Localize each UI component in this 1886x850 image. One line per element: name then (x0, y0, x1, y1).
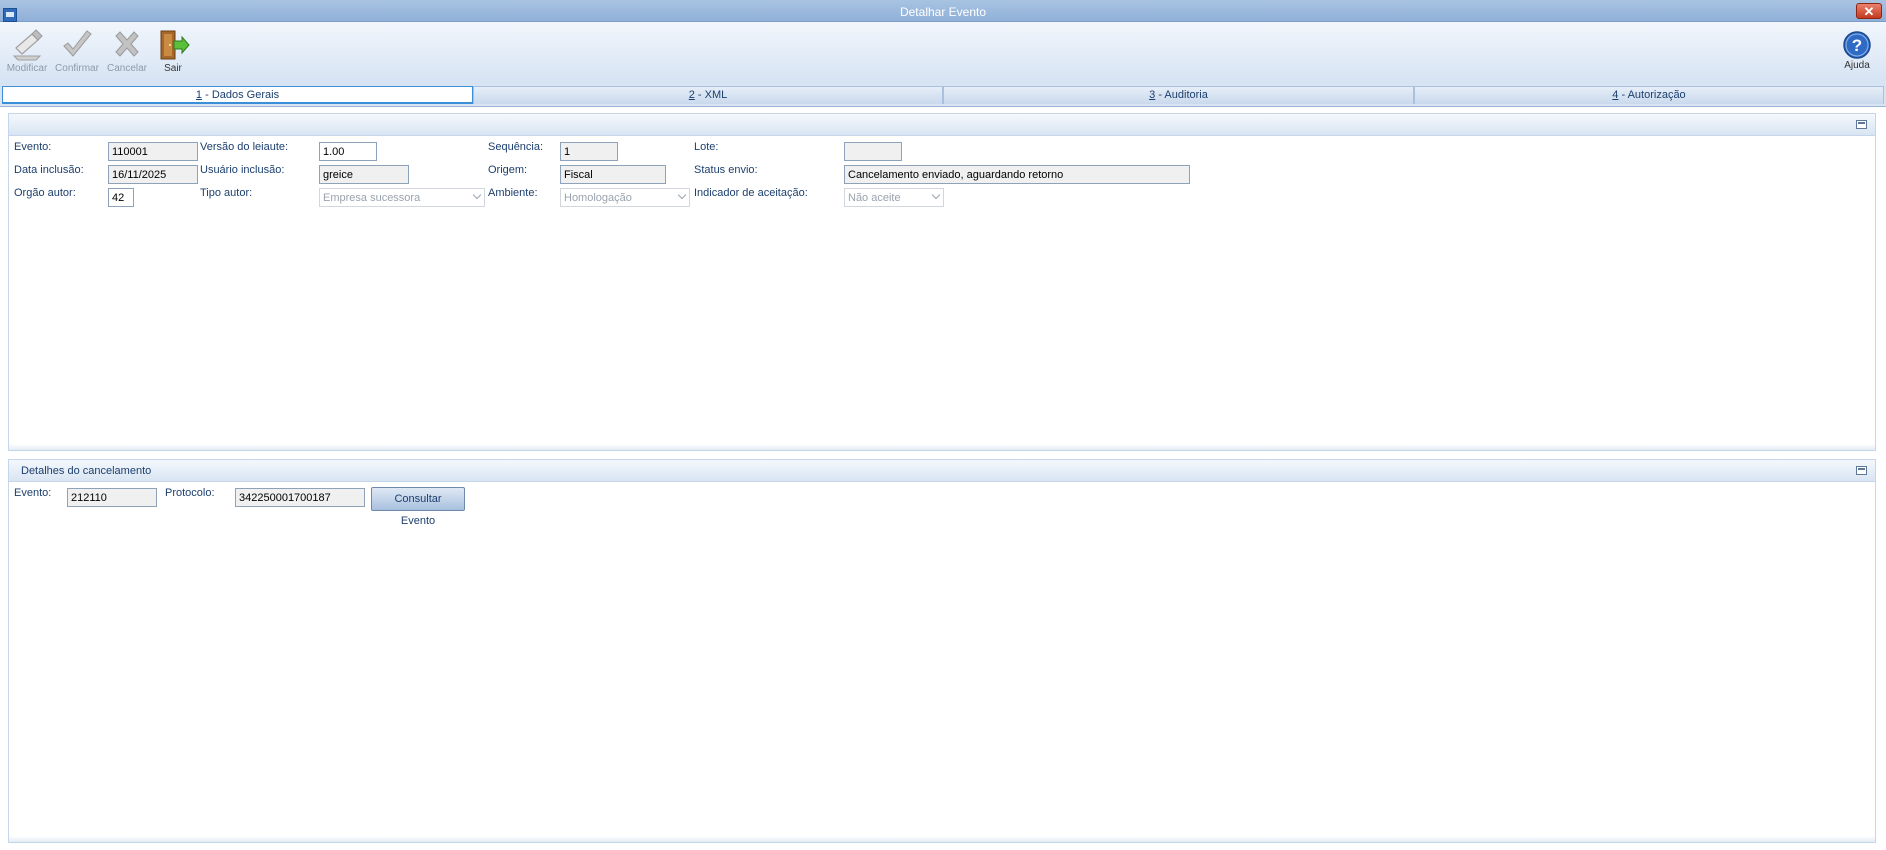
indicador-select[interactable]: Não aceite (844, 188, 944, 207)
general-panel: Evento: 110001 Versão do leiaute: 1.00 S… (8, 113, 1876, 451)
evento-label: Evento: (14, 141, 52, 153)
cancel-details-panel: Detalhes do cancelamento Evento: 212110 … (8, 459, 1876, 843)
modify-label: Modificar (6, 63, 48, 74)
chevron-down-icon (677, 190, 687, 200)
cancel-evento-field[interactable]: 212110 (67, 488, 157, 507)
help-label: Ajuda (1844, 60, 1870, 71)
x-icon (115, 31, 139, 57)
chevron-down-icon (472, 190, 482, 200)
toolbar: Modificar Confirmar Cancelar Sair ? Ajud… (0, 22, 1886, 84)
consult-event-button[interactable]: Consultar Evento (371, 487, 465, 527)
chevron-down-icon (931, 190, 941, 200)
collapse-icon[interactable] (1856, 466, 1867, 475)
tab-bar: 1 - Dados Gerais 2 - XML 3 - Auditoria 4… (0, 84, 1886, 106)
panel-footer (9, 836, 1875, 842)
svg-text:?: ? (1852, 36, 1862, 55)
panel-footer (9, 444, 1875, 450)
ambiente-label: Ambiente: (488, 187, 538, 199)
status-envio-field[interactable]: Cancelamento enviado, aguardando retorno (844, 165, 1190, 184)
modify-button[interactable]: Modificar (2, 28, 52, 74)
protocolo-field[interactable]: 342250001700187 (235, 488, 365, 507)
close-button[interactable]: ✕ (1856, 3, 1882, 19)
cancel-label: Cancelar (106, 63, 148, 74)
sequencia-field[interactable]: 1 (560, 142, 618, 161)
versao-field[interactable]: 1.00 (319, 142, 377, 161)
cancel-button[interactable]: Cancelar (102, 28, 152, 74)
orgao-autor-label: Orgão autor: (14, 187, 76, 199)
window-title: Detalhar Evento (899, 5, 987, 19)
origem-field[interactable]: Fiscal (560, 165, 666, 184)
confirm-label: Confirmar (55, 63, 99, 74)
tab-autorizacao[interactable]: 4 - Autorização (1414, 86, 1884, 104)
lote-label: Lote: (694, 141, 719, 153)
origem-label: Origem: (488, 164, 528, 176)
tab-content: Evento: 110001 Versão do leiaute: 1.00 S… (0, 106, 1886, 850)
title-bar: Detalhar Evento ✕ (0, 0, 1886, 22)
data-inclusao-label: Data inclusão: (14, 164, 84, 176)
versao-label: Versão do leiaute: (200, 141, 289, 153)
data-inclusao-field[interactable]: 16/11/2025 (108, 165, 198, 184)
collapse-icon[interactable] (1856, 120, 1867, 129)
orgao-autor-field[interactable]: 42 (108, 188, 134, 207)
evento-field[interactable]: 110001 (108, 142, 198, 161)
tipo-autor-value: Empresa sucessora (323, 192, 421, 204)
cancel-evento-label: Evento: (14, 487, 52, 499)
protocolo-label: Protocolo: (165, 487, 215, 499)
tab-dados-gerais[interactable]: 1 - Dados Gerais (2, 86, 473, 104)
exit-label: Sair (164, 63, 182, 74)
indicador-value: Não aceite (848, 192, 901, 204)
usuario-inclusao-field[interactable]: greice (319, 165, 409, 184)
tipo-autor-label: Tipo autor: (200, 187, 253, 199)
edit-icon (12, 29, 43, 61)
door-exit-icon (160, 30, 190, 60)
usuario-inclusao-label: Usuário inclusão: (200, 164, 285, 176)
sequencia-label: Sequência: (488, 141, 544, 153)
tab-auditoria[interactable]: 3 - Auditoria (943, 86, 1414, 104)
cancel-details-header: Detalhes do cancelamento (9, 460, 1875, 482)
checkmark-icon (63, 30, 92, 57)
ambiente-value: Homologação (564, 192, 632, 204)
exit-button[interactable]: Sair (148, 28, 198, 74)
lote-field[interactable] (844, 142, 902, 161)
help-button[interactable]: ? Ajuda (1838, 30, 1876, 71)
tab-xml[interactable]: 2 - XML (473, 86, 943, 104)
status-envio-label: Status envio: (694, 164, 758, 176)
tipo-autor-select[interactable]: Empresa sucessora (319, 188, 485, 207)
general-panel-header (9, 114, 1875, 136)
indicador-label: Indicador de aceitação: (694, 187, 808, 199)
confirm-button[interactable]: Confirmar (52, 28, 102, 74)
ambiente-select[interactable]: Homologação (560, 188, 690, 207)
cancel-details-title: Detalhes do cancelamento (21, 465, 152, 477)
help-icon: ? (1843, 31, 1871, 59)
